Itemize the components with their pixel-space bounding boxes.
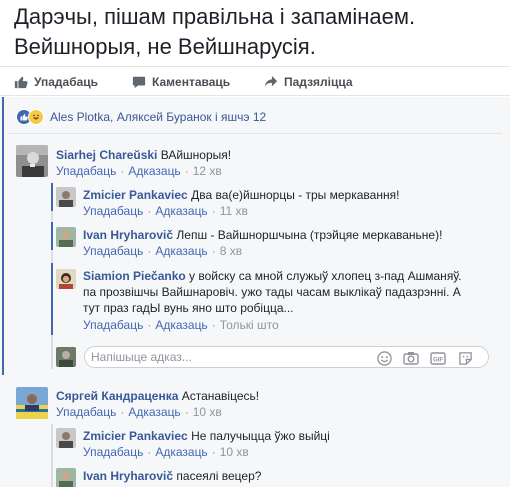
reply-comment: Siamion Piečanko у войску са мной служыў… (83, 268, 483, 316)
comment-meta: Упадабаць · Адказаць · 10 хв (83, 445, 249, 459)
avatar[interactable] (16, 145, 48, 177)
comment-button[interactable]: Каментаваць (132, 67, 230, 97)
comment-time[interactable]: 11 хв (220, 204, 248, 218)
avatar[interactable] (56, 227, 76, 247)
unread-reply-bar (51, 263, 53, 335)
avatar[interactable] (16, 387, 48, 419)
current-user-avatar (56, 347, 76, 367)
comment-reply-link[interactable]: Адказаць (155, 445, 207, 459)
comment-author[interactable]: Ivan Hryharovič (83, 228, 173, 242)
share-arrow-icon (264, 75, 278, 88)
comment-author[interactable]: Zmicier Pankaviec (83, 188, 188, 202)
like-button[interactable]: Упадабаць (14, 67, 98, 97)
reply-comment: Zmicier Pankaviec Не палучыцца ўжо выйці (83, 428, 330, 444)
thumbs-up-icon (14, 76, 28, 89)
post-text-line-2: Вейшнорыя, не Вейшнарусія. (14, 34, 316, 59)
share-label: Падзяліцца (284, 75, 353, 89)
haha-reaction-icon (28, 109, 44, 125)
reply-input-placeholder: Напішыце адказ... (91, 350, 192, 364)
post-text-line-1: Дарэчы, пішам правільна і запамінаем. (14, 4, 416, 29)
unread-reply-bar (51, 183, 53, 211)
share-button[interactable]: Падзяліцца (264, 67, 353, 97)
comment-reply-link[interactable]: Адказаць (128, 405, 180, 419)
avatar[interactable] (56, 428, 76, 448)
unread-indicator-bar (2, 97, 4, 375)
post-text: Дарэчы, пішам правільна і запамінаем. Ве… (14, 2, 504, 62)
avatar[interactable] (56, 187, 76, 207)
comment-text-line-2: па прозвішчы Вайшнаровіч. ужо тады часам… (83, 285, 461, 299)
comment-time[interactable]: 10 хв (193, 405, 222, 419)
reactions-summary[interactable]: Ales Plotka, Аляксей Буранок і яшчэ 12 (16, 109, 266, 125)
comment-text: Два ва(е)йшнорцы - тры меркавання! (191, 188, 400, 202)
comment-text: Не палучыцца ўжо выйці (191, 429, 330, 443)
reply-comment: Ivan Hryharovič Лепш - Вайшноршчына (трэ… (83, 227, 442, 243)
comment-meta: Упадабаць · Адказаць · 8 хв (83, 244, 243, 258)
comment-author[interactable]: Сяргей Кандраценка (56, 389, 178, 403)
avatar[interactable] (56, 468, 76, 487)
comment-reply-link[interactable]: Адказаць (155, 244, 207, 258)
comment-reply-link[interactable]: Адказаць (128, 164, 180, 178)
comment: Siarhej Chareŭski ВАйшнорыя! (56, 147, 231, 163)
comment-like-link[interactable]: Упадабаць (56, 405, 116, 419)
gif-icon[interactable]: GIF (430, 350, 446, 366)
like-label: Упадабаць (34, 75, 99, 89)
svg-text:GIF: GIF (433, 357, 443, 363)
reaction-icons (16, 109, 46, 125)
comments-section: Ales Plotka, Аляксей Буранок і яшчэ 12 S… (0, 97, 510, 487)
comment-reply-link[interactable]: Адказаць (155, 318, 207, 332)
reply-comment: Zmicier Pankaviec Два ва(е)йшнорцы - тры… (83, 187, 399, 203)
comment-time[interactable]: 8 хв (220, 244, 242, 258)
comment-time[interactable]: Толькі што (220, 318, 279, 332)
comment-like-link[interactable]: Упадабаць (83, 318, 143, 332)
emoji-icon[interactable] (376, 350, 392, 366)
comment-icon (132, 76, 146, 89)
unread-reply-bar (51, 222, 53, 250)
reactions-names: Ales Plotka, Аляксей Буранок і яшчэ 12 (50, 110, 267, 124)
comment-like-link[interactable]: Упадабаць (83, 445, 143, 459)
comment-meta: Упадабаць · Адказаць · Толькі што (83, 318, 279, 332)
comment-meta: Упадабаць · Адказаць · 11 хв (83, 204, 248, 218)
avatar[interactable] (56, 269, 76, 289)
comment-reply-link[interactable]: Адказаць (155, 204, 207, 218)
comment-author[interactable]: Ivan Hryharovič (83, 469, 173, 483)
comment-text-line-3: тут праз гадЫ вунь яно што робіцца... (83, 301, 294, 315)
reply-input[interactable]: Напішыце адказ... GIF (84, 346, 489, 368)
post-action-bar: Упадабаць Каментаваць Падзяліцца (0, 66, 510, 96)
reply-thread-line (51, 424, 53, 487)
reply-comment: Ivan Hryharovič пасеялі вецер? (83, 468, 261, 484)
comment-text: Астанавіцесь! (181, 389, 260, 403)
comment-text: ВАйшнорыя! (160, 148, 232, 162)
comment-author[interactable]: Siamion Piečanko (83, 269, 186, 283)
comment-label: Каментаваць (152, 75, 231, 89)
sticker-icon[interactable] (457, 350, 473, 366)
comment-text-line-1: у войску са мной служыў хлопец з-пад Ашм… (189, 269, 462, 283)
comment-author[interactable]: Zmicier Pankaviec (83, 429, 188, 443)
comment-meta: Упадабаць · Адказаць · 10 хв (56, 405, 222, 419)
comment-like-link[interactable]: Упадабаць (56, 164, 116, 178)
comment-like-link[interactable]: Упадабаць (83, 204, 143, 218)
comment: Сяргей Кандраценка Астанавіцесь! (56, 388, 259, 404)
comment-meta: Упадабаць · Адказаць · 12 хв (56, 164, 222, 178)
comment-time[interactable]: 12 хв (193, 164, 222, 178)
comment-text: пасеялі вецер? (176, 469, 262, 483)
camera-icon[interactable] (403, 350, 419, 366)
comment-author[interactable]: Siarhej Chareŭski (56, 148, 157, 162)
comment-like-link[interactable]: Упадабаць (83, 244, 143, 258)
divider (8, 133, 502, 134)
comment-text: Лепш - Вайшноршчына (трэйцяе меркаваньне… (176, 228, 443, 242)
comment-time[interactable]: 10 хв (220, 445, 249, 459)
